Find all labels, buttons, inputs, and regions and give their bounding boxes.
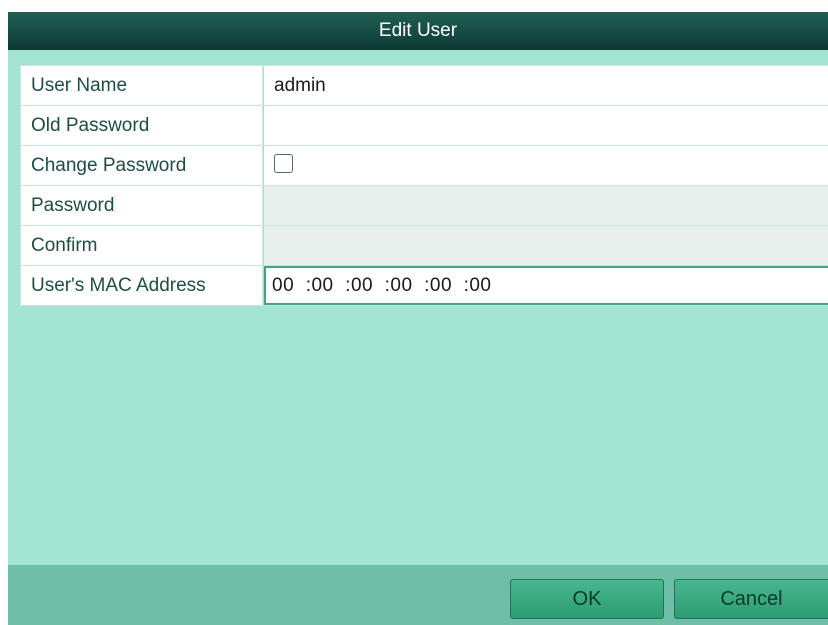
password-label: Password: [20, 186, 263, 225]
confirm-row: Confirm: [20, 226, 828, 266]
dialog-footer: OK Cancel: [8, 565, 828, 625]
dialog-title: Edit User: [8, 12, 828, 50]
ok-button[interactable]: OK: [510, 579, 664, 619]
user-name-field[interactable]: admin: [264, 66, 828, 105]
confirm-field: [264, 226, 828, 265]
password-field: [264, 186, 828, 225]
old-password-row: Old Password: [20, 106, 828, 146]
mac-address-label: User's MAC Address: [20, 266, 263, 305]
old-password-field[interactable]: [264, 106, 828, 145]
change-password-row: Change Password: [20, 146, 828, 186]
user-name-row: User Name admin: [20, 66, 828, 106]
change-password-cell: [264, 146, 828, 185]
old-password-label: Old Password: [20, 106, 263, 145]
mac-address-row: User's MAC Address 00 :00 :00 :00 :00 :0…: [20, 266, 828, 306]
user-form: User Name admin Old Password Change Pass…: [20, 65, 828, 306]
top-strip: [0, 0, 828, 12]
confirm-label: Confirm: [20, 226, 263, 265]
password-row: Password: [20, 186, 828, 226]
edit-user-dialog: Edit User User Name admin Old Password C…: [8, 12, 828, 625]
mac-address-field[interactable]: 00 :00 :00 :00 :00 :00: [264, 266, 828, 305]
change-password-checkbox[interactable]: [274, 154, 293, 173]
user-name-label: User Name: [20, 66, 263, 105]
change-password-label: Change Password: [20, 146, 263, 185]
cancel-button[interactable]: Cancel: [674, 579, 828, 619]
